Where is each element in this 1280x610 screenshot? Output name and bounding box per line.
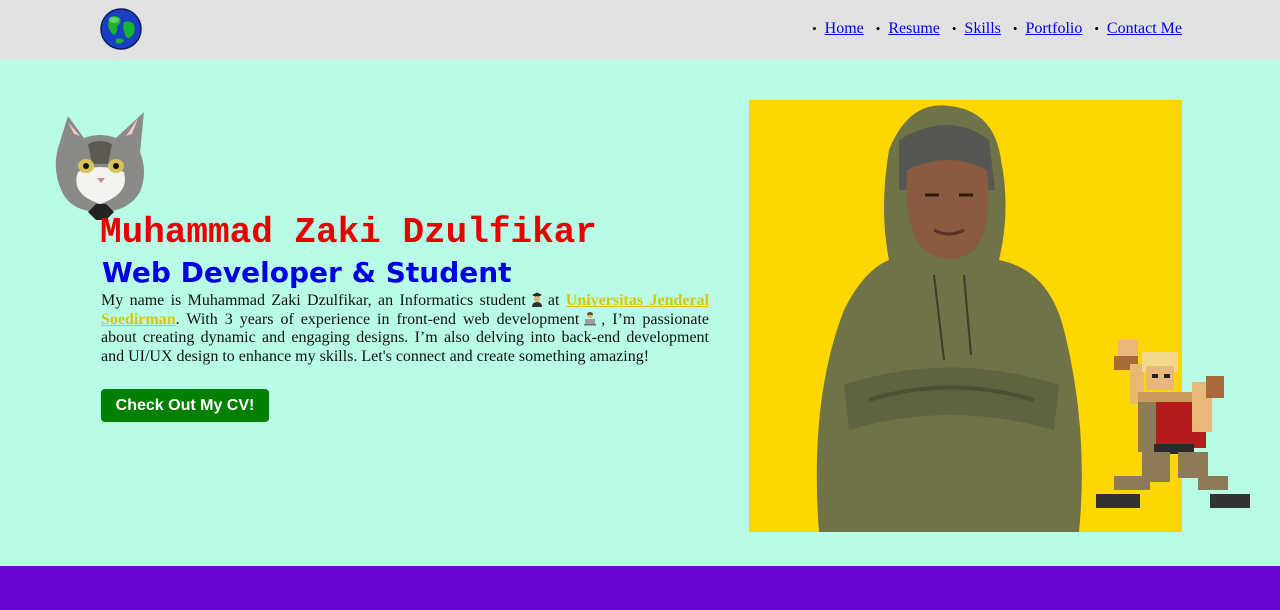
nav-item-contact: Contact Me	[1094, 20, 1182, 38]
hero-name: Muhammad Zaki Dzulfikar	[100, 212, 597, 253]
nav-item-skills: Skills	[952, 20, 1000, 38]
cat-image	[55, 112, 144, 220]
top-navbar: Home Resume Skills Portfolio Contact Me	[0, 0, 1280, 60]
bio-text-2: at	[547, 292, 560, 309]
footer-band	[0, 566, 1280, 610]
nav-link-contact[interactable]: Contact Me	[1107, 20, 1182, 38]
graduate-emoji	[531, 292, 542, 307]
nav-link-portfolio[interactable]: Portfolio	[1025, 20, 1082, 38]
main-nav: Home Resume Skills Portfolio Contact Me	[800, 20, 1182, 38]
check-cv-button[interactable]: Check Out My CV!	[101, 389, 269, 422]
bio-text-3: . With 3 years of experience in front-en…	[175, 310, 580, 328]
pixel-soldier-sprite	[1096, 340, 1250, 508]
nav-item-portfolio: Portfolio	[1013, 20, 1082, 38]
nav-item-resume: Resume	[876, 20, 940, 38]
hero-role: Web Developer & Student	[102, 256, 512, 289]
hero-bio: My name is Muhammad Zaki Dzulfikar, an I…	[101, 292, 709, 366]
nav-item-home: Home	[812, 20, 864, 38]
nav-link-resume[interactable]: Resume	[888, 20, 940, 38]
nav-link-home[interactable]: Home	[825, 20, 864, 38]
globe-icon[interactable]	[100, 8, 142, 50]
bio-text-1: My name is Muhammad Zaki Dzulfikar, an I…	[101, 292, 526, 309]
nav-link-skills[interactable]: Skills	[964, 20, 1000, 38]
technologist-emoji	[584, 311, 597, 325]
